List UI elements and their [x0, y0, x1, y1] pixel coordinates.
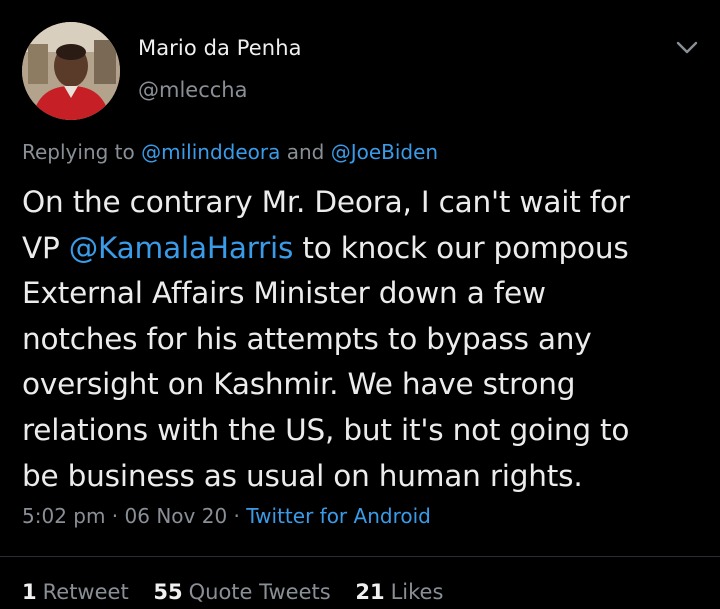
tweet-menu-button[interactable]: [676, 40, 698, 54]
tweet-text-line: External Affairs Minister down a few: [22, 276, 546, 311]
divider: [0, 556, 720, 557]
tweet-text-line: be business as usual on human rights.: [22, 458, 583, 493]
avatar[interactable]: [22, 22, 120, 120]
meta-separator: ·: [227, 504, 247, 528]
profile-photo-icon: [22, 22, 120, 120]
tweet-meta: 5:02 pm · 06 Nov 20 · Twitter for Androi…: [22, 504, 431, 528]
tweet-text: On the contrary Mr. Deora, I can't wait …: [22, 180, 712, 499]
tweet-text-line: relations with the US, but it's not goin…: [22, 412, 630, 447]
tweet-date[interactable]: 06 Nov 20: [125, 504, 228, 528]
likes-stat[interactable]: 21 Likes: [355, 580, 443, 604]
retweets-label: Retweet: [42, 580, 129, 604]
replying-conjunction: and: [280, 140, 331, 164]
mention-link[interactable]: @JoeBiden: [331, 140, 438, 164]
retweets-count: 1: [22, 580, 37, 604]
author-display-name[interactable]: Mario da Penha: [138, 36, 302, 60]
quote-tweets-label: Quote Tweets: [188, 580, 331, 604]
mention-link[interactable]: @milinddeora: [141, 140, 280, 164]
likes-count: 21: [355, 580, 385, 604]
tweet-detail: Mario da Penha @mleccha Replying to @mil…: [0, 0, 720, 609]
meta-separator: ·: [105, 504, 125, 528]
tweet-stats: 1 Retweet 55 Quote Tweets 21 Likes: [22, 580, 461, 604]
tweet-text-line: VP @KamalaHarris to knock our pompous: [22, 226, 712, 272]
tweet-text-fragment: to knock our pompous: [293, 230, 629, 265]
author-handle[interactable]: @mleccha: [138, 78, 247, 102]
tweet-text-line: oversight on Kashmir. We have strong: [22, 367, 576, 402]
tweet-source-link[interactable]: Twitter for Android: [246, 504, 431, 528]
replying-to: Replying to @milinddeora and @JoeBiden: [22, 140, 438, 164]
quote-tweets-count: 55: [153, 580, 183, 604]
tweet-text-line: On the contrary Mr. Deora, I can't wait …: [22, 185, 630, 219]
tweet-text-line: notches for his attempts to bypass any: [22, 321, 592, 356]
tweet-time[interactable]: 5:02 pm: [22, 504, 105, 528]
chevron-down-icon: [676, 41, 698, 54]
tweet-text-fragment: VP: [22, 230, 69, 265]
replying-prefix: Replying to: [22, 140, 142, 164]
quote-tweets-stat[interactable]: 55 Quote Tweets: [153, 580, 330, 604]
mention-link[interactable]: @KamalaHarris: [69, 231, 294, 265]
likes-label: Likes: [390, 580, 444, 604]
retweets-stat[interactable]: 1 Retweet: [22, 580, 129, 604]
